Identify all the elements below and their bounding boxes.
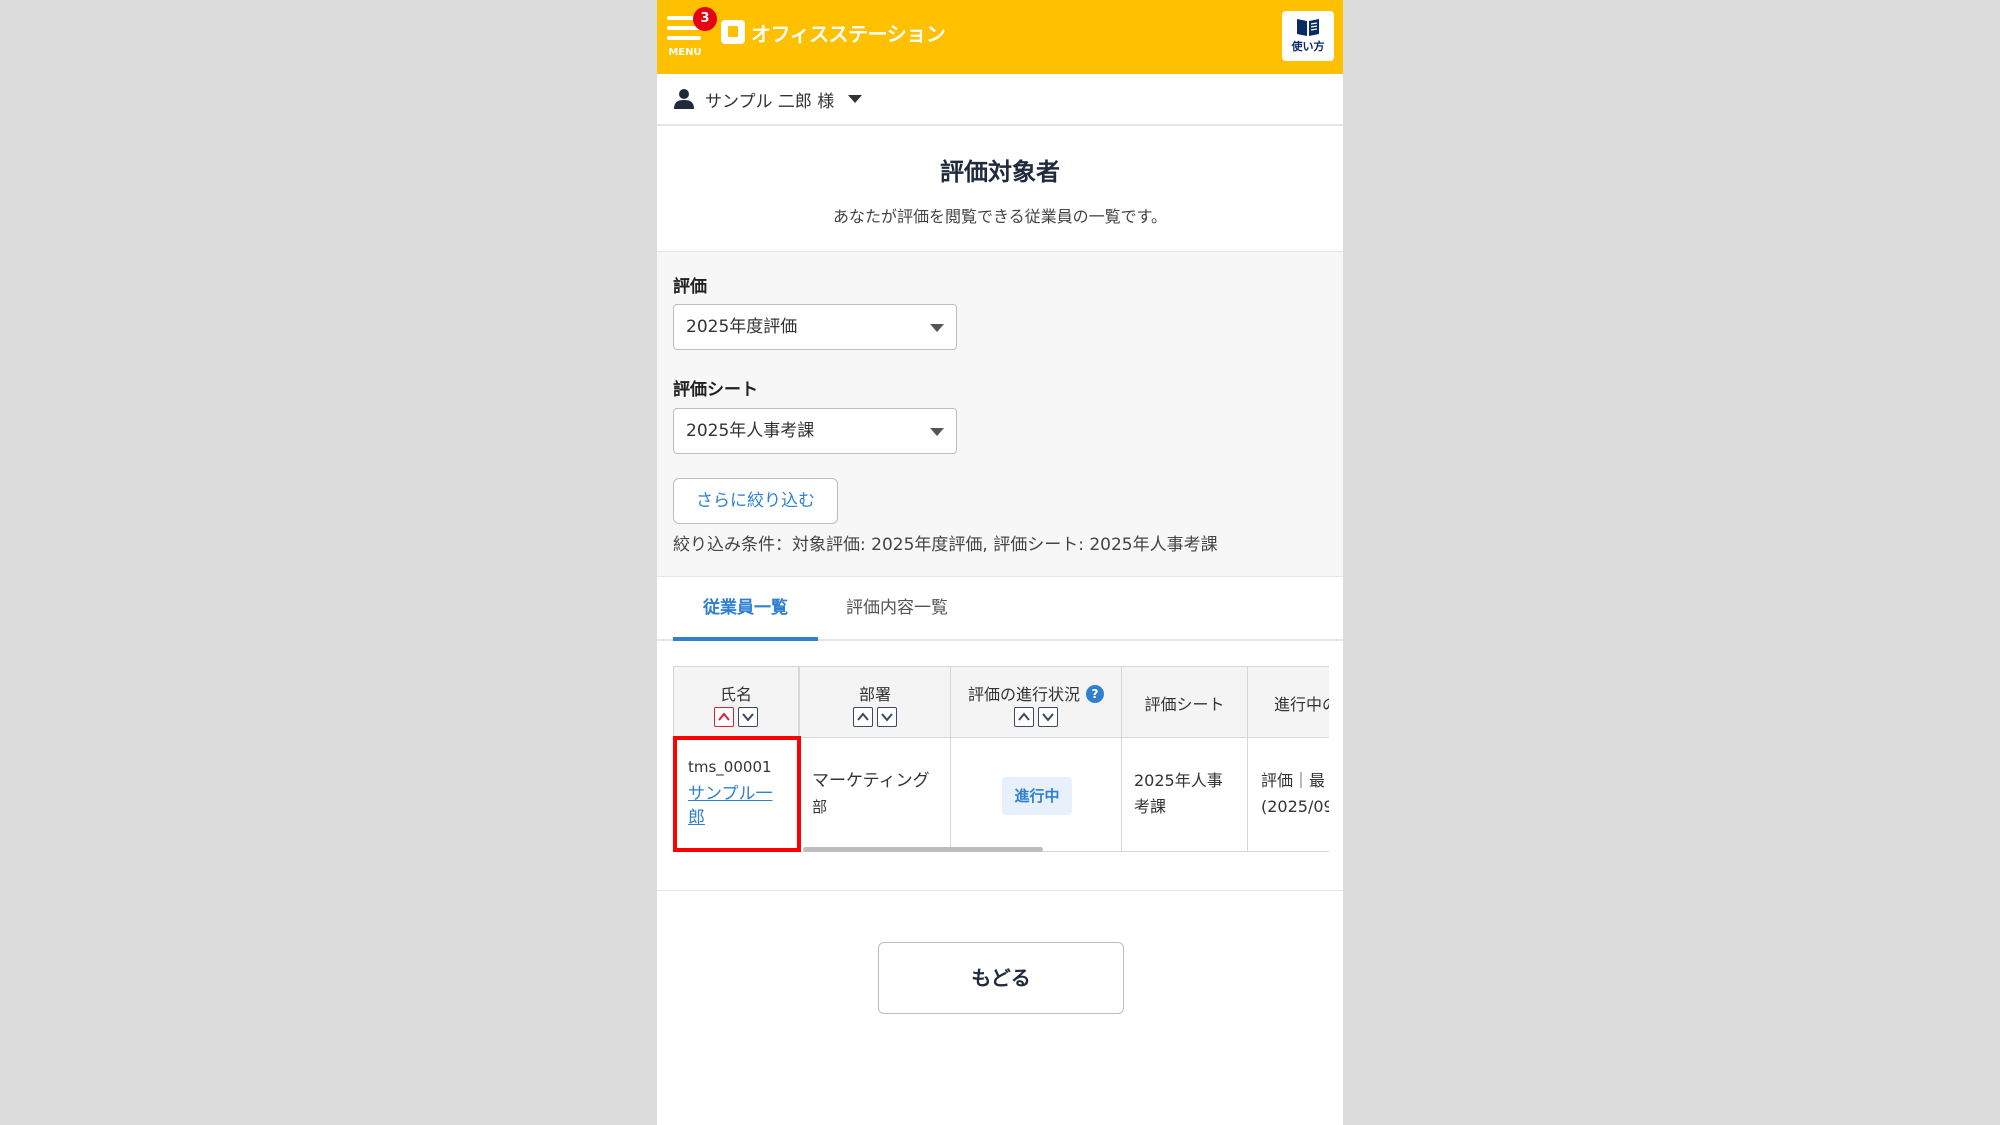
caret-down-icon xyxy=(930,324,944,332)
sort-desc-button[interactable] xyxy=(738,707,758,727)
horizontal-scrollbar[interactable] xyxy=(803,847,1043,852)
help-label: 使い方 xyxy=(1291,40,1325,53)
filter-panel: 評価 2025年度評価 評価シート 2025年人事考課 さらに絞り込む 絞り込み… xyxy=(657,252,1343,577)
sheet-label: 評価シート xyxy=(673,380,758,400)
header-label: 氏名 xyxy=(719,685,752,704)
back-button[interactable]: もどる xyxy=(878,942,1124,1014)
cell-status: 進行中 xyxy=(951,738,1121,852)
refine-button[interactable]: さらに絞り込む xyxy=(673,478,838,524)
cell-progress: 評価｜最 (2025/09, xyxy=(1248,738,1329,852)
column-progress: 進行中の 評価｜最 (2025/09, xyxy=(1248,666,1329,852)
department-line1: マーケティング xyxy=(812,771,930,791)
column-status: 評価の進行状況? 進行中 xyxy=(951,666,1122,852)
logo-icon xyxy=(721,20,745,44)
chevron-up-icon xyxy=(718,712,730,721)
page-description: あなたが評価を閲覧できる従業員の一覧です。 xyxy=(832,207,1168,226)
header-label: 部署 xyxy=(858,685,891,704)
sort-desc-button[interactable] xyxy=(1038,707,1058,727)
divider xyxy=(657,890,1343,891)
header-progress: 進行中の xyxy=(1248,666,1329,738)
header-label: 進行中の xyxy=(1274,695,1329,714)
tab-bar: 従業員一覧 評価内容一覧 xyxy=(657,577,1343,641)
sort-asc-button[interactable] xyxy=(714,707,734,727)
tab-evaluation-list[interactable]: 評価内容一覧 xyxy=(822,577,972,641)
header-department: 部署 xyxy=(800,666,950,738)
chevron-down-icon xyxy=(1042,713,1054,722)
menu-label: MENU xyxy=(668,47,702,58)
progress-line1: 評価｜最 xyxy=(1261,771,1326,790)
evaluation-label: 評価 xyxy=(673,277,707,297)
sheet-line1: 2025年人事 xyxy=(1134,771,1223,790)
sheet-select[interactable]: 2025年人事考課 xyxy=(673,408,957,454)
book-icon xyxy=(1297,19,1319,36)
column-department: 部署 マーケティング 部 xyxy=(800,666,951,852)
user-name: サンプル 二郎 様 xyxy=(705,91,835,112)
sort-asc-button[interactable] xyxy=(1014,707,1034,727)
header-label: 評価シート xyxy=(1144,695,1225,714)
header-sheet: 評価シート xyxy=(1122,666,1247,738)
filter-conditions: 絞り込み条件：対象評価: 2025年度評価, 評価シート: 2025年人事考課 xyxy=(673,535,1218,555)
progress-line2: (2025/09, xyxy=(1261,797,1329,816)
evaluation-select-value: 2025年度評価 xyxy=(686,317,798,337)
employee-table[interactable]: 氏名 tms_00001 サンプル一郎 部署 マーケティング 部 評価の進行状況… xyxy=(673,666,1329,852)
menu-button[interactable]: MENU 3 xyxy=(665,7,717,62)
user-menu[interactable]: サンプル 二郎 様 xyxy=(657,74,1343,126)
column-sheet: 評価シート 2025年人事 考課 xyxy=(1122,666,1248,852)
cell-department: マーケティング 部 xyxy=(800,738,950,852)
cell-sheet: 2025年人事 考課 xyxy=(1122,738,1247,852)
app-screen: MENU 3 オフィスステーション 使い方 サンプル 二郎 様 評価対象者 あな… xyxy=(657,0,1343,1125)
chevron-down-icon xyxy=(742,713,754,722)
header-name: 氏名 xyxy=(674,666,798,738)
sheet-line2: 考課 xyxy=(1134,797,1167,816)
help-button[interactable]: 使い方 xyxy=(1282,11,1334,61)
tab-employee-list[interactable]: 従業員一覧 xyxy=(673,577,818,641)
chevron-up-icon xyxy=(857,712,869,721)
caret-down-icon xyxy=(848,95,863,103)
department-line2: 部 xyxy=(812,798,828,816)
evaluation-select[interactable]: 2025年度評価 xyxy=(673,304,957,350)
status-badge: 進行中 xyxy=(1002,777,1072,815)
user-icon xyxy=(674,89,694,109)
app-logo[interactable]: オフィスステーション xyxy=(721,19,946,46)
chevron-up-icon xyxy=(1018,712,1030,721)
sort-desc-button[interactable] xyxy=(877,707,897,727)
app-name: オフィスステーション xyxy=(751,21,946,46)
header-label: 評価の進行状況 xyxy=(967,685,1080,704)
header-status: 評価の進行状況? xyxy=(951,666,1121,738)
title-section: 評価対象者 あなたが評価を閲覧できる従業員の一覧です。 xyxy=(657,128,1343,252)
sort-asc-button[interactable] xyxy=(853,707,873,727)
page-title: 評価対象者 xyxy=(940,158,1060,186)
caret-down-icon xyxy=(930,428,944,436)
chevron-down-icon xyxy=(881,713,893,722)
sheet-select-value: 2025年人事考課 xyxy=(686,421,815,441)
help-circle-icon[interactable]: ? xyxy=(1086,685,1104,703)
highlight-box xyxy=(673,736,801,852)
notification-badge: 3 xyxy=(693,7,717,31)
app-header: MENU 3 オフィスステーション 使い方 xyxy=(657,0,1343,74)
